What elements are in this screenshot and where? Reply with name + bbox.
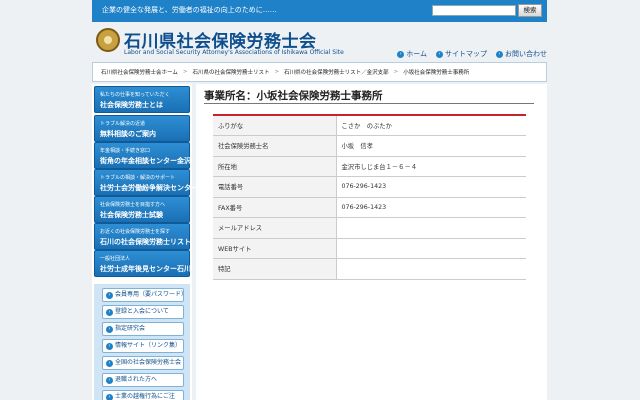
main-content: 事業所名：小坂社会保険労務士事務所 ふりがな こさか のぶたか 社会保険労務士名… xyxy=(196,84,547,400)
row-label: ふりがな xyxy=(213,115,337,136)
banner-caption: 私たちの仕事を知っていただく xyxy=(100,92,170,98)
breadcrumb-item-branch[interactable]: 石川県の社会保険労務士リスト／金沢支部 xyxy=(284,68,389,76)
breadcrumb-item-current: 小坂社会保険労務士事務所 xyxy=(403,70,470,76)
sidebar-item-label: 会員専用（要パスワード） xyxy=(115,291,188,298)
arrow-right-icon: › xyxy=(436,50,443,58)
arrow-right-icon: › xyxy=(106,394,113,400)
breadcrumb-separator: > xyxy=(182,69,188,75)
sidebar-banner-exam[interactable]: 社会保険労務士を目指す方へ 社会保険労務士試験 xyxy=(94,196,190,223)
banner-caption: トラブルの相談・解決のサポート xyxy=(100,175,176,181)
sidebar-banner-dispute[interactable]: トラブルの相談・解決のサポート 社労士会労働紛争解決センター石川 xyxy=(94,169,212,196)
row-label: 特記 xyxy=(213,258,337,280)
table-row: 電話番号 076-296-1423 xyxy=(213,176,526,198)
sitemap-link[interactable]: › サイトマップ xyxy=(436,49,487,59)
banner-caption: 年金相談・手続き窓口 xyxy=(100,148,151,154)
row-value xyxy=(336,238,526,259)
page: 企業の健全な発展と、労働者の福祉の向上のために…… 検索 石川県社会保険労務士会… xyxy=(92,0,547,400)
row-label: WEBサイト xyxy=(213,238,337,259)
banner-title: 社会保険労務士とは xyxy=(100,101,163,109)
arrow-right-icon: › xyxy=(106,292,113,299)
row-value: 076-296-1423 xyxy=(336,197,526,218)
sidebar-banner-consultation[interactable]: トラブル解決の近道 無料相談のご案内 xyxy=(94,115,190,142)
table-row: ふりがな こさか のぶたか xyxy=(213,115,526,136)
row-value: こさか のぶたか xyxy=(336,115,526,136)
row-label: 電話番号 xyxy=(213,176,337,198)
sidebar-banner-pension[interactable]: 年金相談・手続き窓口 街角の年金相談センター金沢 xyxy=(94,142,191,169)
row-label: FAX番号 xyxy=(213,197,337,218)
sidebar: 私たちの仕事を知っていただく 社会保険労務士とは トラブル解決の近道 無料相談の… xyxy=(92,84,212,400)
arrow-right-icon: › xyxy=(106,326,113,333)
table-row: FAX番号 076-296-1423 xyxy=(213,197,526,218)
row-value: 076-296-1423 xyxy=(336,176,526,198)
row-value: 小坂 信孝 xyxy=(336,135,526,157)
site-header: 石川県社会保険労務士会 Labor and Social Security At… xyxy=(92,22,547,60)
sitemap-link-label: サイトマップ xyxy=(445,50,487,58)
banner-title: 無料相談のご案内 xyxy=(100,130,156,138)
breadcrumb: 石川県社会保険労務士会ホーム > 石川県の社会保険労務士リスト > 石川県の社会… xyxy=(92,62,547,82)
header-links: › ホーム › サイトマップ › お問い合わせ xyxy=(397,49,547,59)
sidebar-item-links[interactable]: › 情報サイト（リンク集） xyxy=(102,339,184,353)
sidebar-item-members[interactable]: › 会員専用（要パスワード） xyxy=(102,288,188,302)
row-value xyxy=(336,217,526,239)
arrow-right-icon: › xyxy=(496,50,503,58)
emblem-logo-icon[interactable] xyxy=(96,28,120,52)
banner-caption: 一般社団法人 xyxy=(100,256,131,262)
arrow-right-icon: › xyxy=(106,309,113,316)
sidebar-item-label: 退職された方へ xyxy=(115,376,158,383)
top-bar: 企業の健全な発展と、労働者の福祉の向上のために…… 検索 xyxy=(92,0,547,22)
page-title: 事業所名：小坂社会保険労務士事務所 xyxy=(204,88,534,104)
contact-link-label: お問い合わせ xyxy=(505,50,547,58)
sidebar-item-label: 情報サイト（リンク集） xyxy=(115,342,182,349)
table-row: WEBサイト xyxy=(213,238,526,259)
banner-caption: お近くの社会保険労務士を探す xyxy=(100,229,171,235)
row-label: 所在地 xyxy=(213,156,337,177)
home-link[interactable]: › ホーム xyxy=(397,49,427,59)
tagline: 企業の健全な発展と、労働者の福祉の向上のために…… xyxy=(102,6,277,14)
table-row: メールアドレス xyxy=(213,217,526,239)
arrow-right-icon: › xyxy=(106,377,113,384)
sidebar-item-label: 全国の社会保険労務士会 xyxy=(115,359,182,366)
banner-caption: 社会保険労務士を目指す方へ xyxy=(100,202,166,208)
table-row: 特記 xyxy=(213,258,526,280)
sidebar-item-retired[interactable]: › 退職された方へ xyxy=(102,373,184,387)
sidebar-item-label: 指定研究会 xyxy=(115,325,146,332)
table-row: 所在地 金沢市しじま台１－６－４ xyxy=(213,156,526,177)
sidebar-item-national[interactable]: › 全国の社会保険労務士会 xyxy=(102,356,184,370)
arrow-right-icon: › xyxy=(397,50,405,58)
sidebar-banner-list[interactable]: お近くの社会保険労務士を探す 石川の社会保険労務士リスト xyxy=(94,223,191,250)
row-label: 社会保険労務士名 xyxy=(213,135,337,157)
site-subtitle: Labor and Social Security Attorney's Ass… xyxy=(124,49,344,56)
sidebar-banner-about[interactable]: 私たちの仕事を知っていただく 社会保険労務士とは xyxy=(94,86,190,113)
search-input[interactable] xyxy=(432,5,516,16)
banner-title: 石川の社会保険労務士リスト xyxy=(100,238,191,246)
sidebar-item-training[interactable]: › 指定研究会 xyxy=(102,322,184,336)
search-button[interactable]: 検索 xyxy=(518,4,542,17)
banner-title: 社労士成年後見センター石川 xyxy=(100,265,191,273)
home-link-label: ホーム xyxy=(406,50,427,58)
table-row: 社会保険労務士名 小坂 信孝 xyxy=(213,135,526,157)
contact-link[interactable]: › お問い合わせ xyxy=(496,49,547,59)
row-label: メールアドレス xyxy=(213,217,337,239)
sidebar-item-registration[interactable]: › 登録と入会について xyxy=(102,305,184,319)
breadcrumb-item-list[interactable]: 石川県の社会保険労務士リスト xyxy=(192,68,269,76)
sidebar-item-label: 登録と入会について xyxy=(115,308,169,315)
banner-title: 社会保険労務士試験 xyxy=(100,211,163,219)
sidebar-banner-guardianship[interactable]: 一般社団法人 社労士成年後見センター石川 xyxy=(94,250,191,277)
banner-title: 街角の年金相談センター金沢 xyxy=(100,157,191,165)
breadcrumb-separator: > xyxy=(393,69,399,75)
banner-caption: トラブル解決の近道 xyxy=(100,121,146,127)
row-value: 金沢市しじま台１－６－４ xyxy=(336,156,526,177)
sidebar-item-label: 士業の越権行為にご注 xyxy=(115,393,175,400)
sidebar-links-box: › 会員専用（要パスワード） › 登録と入会について › 指定研究会 › 情報サ… xyxy=(94,284,190,400)
row-value xyxy=(336,258,526,280)
breadcrumb-item-home[interactable]: 石川県社会保険労務士会ホーム xyxy=(101,68,178,76)
arrow-right-icon: › xyxy=(106,360,113,367)
arrow-right-icon: › xyxy=(106,343,113,350)
breadcrumb-separator: > xyxy=(274,69,280,75)
office-info-table: ふりがな こさか のぶたか 社会保険労務士名 小坂 信孝 所在地 金沢市しじま台… xyxy=(213,114,526,280)
sidebar-item-caution[interactable]: › 士業の越権行為にご注 xyxy=(102,390,184,400)
